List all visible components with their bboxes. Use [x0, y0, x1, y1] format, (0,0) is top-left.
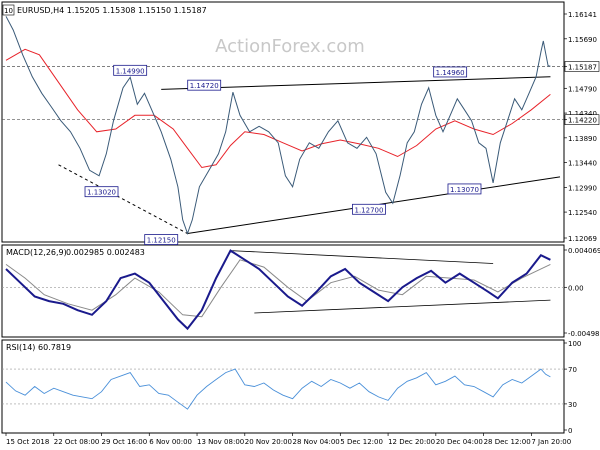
price-y-tick-label: 1.12069 — [568, 235, 597, 243]
price-annotation-label: 1.14960 — [436, 69, 465, 77]
rsi-header-values: 60.7819 — [38, 343, 71, 352]
price-annotation-label: 1.14990 — [116, 67, 145, 75]
x-tick-label: 15 Oct 2018 — [6, 438, 49, 446]
price-y-tick-label: 1.15187 — [568, 63, 597, 71]
price-y-tick-label: 1.13440 — [568, 160, 597, 168]
price-y-tick-label: 1.14790 — [568, 85, 597, 93]
price-annotation-label: 1.12150 — [147, 237, 176, 245]
price-y-tick-label: 1.15690 — [568, 36, 597, 44]
macd-y-tick-label: 0.00 — [568, 284, 584, 292]
macd-header-values: 0.002985 0.002483 — [66, 248, 145, 257]
chart-window: ActionForex.com EURUSD,H4 1.15205 1.1530… — [0, 0, 600, 450]
macd-y-tick-label: -0.004981 — [568, 330, 600, 338]
price-annotation-label: 1.12700 — [354, 206, 383, 214]
chart-canvas: ActionForex.com EURUSD,H4 1.15205 1.1530… — [0, 0, 600, 450]
x-tick-label: 20 Nov 20:00 — [245, 438, 292, 446]
rsi-y-tick-label: 70 — [568, 366, 577, 374]
rsi-y-tick-label: 30 — [568, 401, 577, 409]
price-y-tick-label: 1.13890 — [568, 135, 597, 143]
x-tick-label: 29 Oct 16:00 — [102, 438, 148, 446]
price-annotation-label: 1.13020 — [87, 189, 116, 197]
price-y-tick-label: 1.16141 — [568, 11, 597, 19]
macd-y-tick-label: 0.004069 — [568, 247, 600, 255]
chart-background — [0, 0, 600, 450]
price-annotation-label: 1.14720 — [190, 82, 219, 90]
corner-tag-label: 10 — [4, 7, 13, 15]
x-tick-label: 28 Nov 04:00 — [293, 438, 340, 446]
price-y-tick-label: 1.12540 — [568, 209, 597, 217]
price-header-text: EURUSD,H4 1.15205 1.15308 1.15150 1.1518… — [17, 6, 207, 15]
macd-header-title: MACD(12,26,9) — [6, 248, 67, 257]
x-tick-label: 20 Dec 04:00 — [436, 438, 483, 446]
watermark: ActionForex.com — [215, 36, 365, 57]
rsi-y-tick-label: 100 — [568, 340, 581, 348]
price-y-tick-label: 1.14220 — [568, 117, 597, 125]
x-tick-label: 13 Nov 08:00 — [197, 438, 244, 446]
x-tick-label: 12 Dec 20:00 — [388, 438, 435, 446]
price-annotation-label: 1.13070 — [450, 186, 479, 194]
rsi-y-tick-label: 0 — [568, 427, 572, 435]
x-tick-label: 28 Dec 12:00 — [484, 438, 531, 446]
x-tick-label: 22 Oct 08:00 — [54, 438, 100, 446]
x-tick-label: 7 Jan 20:00 — [531, 438, 571, 446]
rsi-header-title: RSI(14) — [6, 343, 35, 352]
x-tick-label: 6 Nov 00:00 — [149, 438, 192, 446]
x-tick-label: 5 Dec 12:00 — [340, 438, 383, 446]
price-y-tick-label: 1.12990 — [568, 184, 597, 192]
